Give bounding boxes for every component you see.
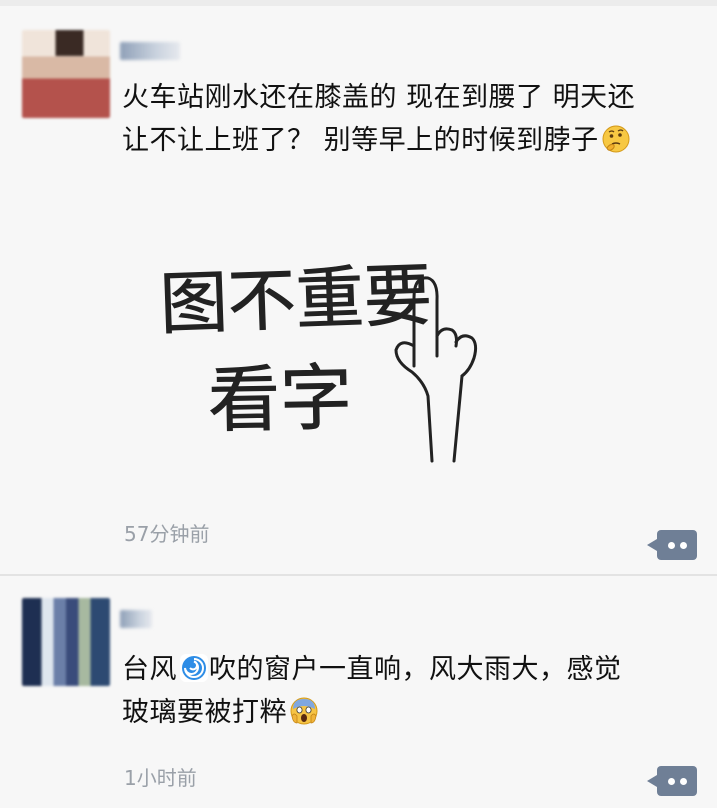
post-text: 台风 吹的窗户一直响，风大雨大，感觉 玻璃要被打粹 (122, 648, 694, 734)
avatar[interactable] (22, 598, 110, 686)
moment-post: 台风 吹的窗户一直响，风大雨大，感觉 玻璃要被打粹 1小时前 (0, 576, 717, 808)
post-text-line: 火车站刚水还在膝盖的 现在到腰了 明天还 (122, 82, 636, 113)
thinking-face-icon (602, 125, 630, 153)
user-name-blurred[interactable] (120, 42, 180, 60)
comment-button[interactable] (647, 766, 697, 796)
post-text-line-wrap: 玻璃要被打粹 (122, 691, 694, 734)
dot-icon (668, 542, 675, 549)
post-text-line: 让不让上班了？ 别等早上的时候到脖子 (122, 125, 599, 156)
avatar[interactable] (22, 30, 110, 118)
meme-image[interactable]: 图不重要 看字 (152, 246, 512, 486)
meme-handwritten-text: 看字 (207, 356, 352, 443)
dot-icon (680, 778, 687, 785)
screaming-face-icon (290, 697, 318, 725)
comment-button[interactable] (647, 530, 697, 560)
post-text-line: 玻璃要被打粹 (122, 697, 287, 728)
dot-icon (680, 542, 687, 549)
post-text-line-wrap: 台风 吹的窗户一直响，风大雨大，感觉 (122, 648, 694, 691)
post-timestamp: 1小时前 (124, 766, 197, 790)
post-text-segment: 吹的窗户一直响，风大雨大，感觉 (209, 654, 622, 685)
meme-handwritten-text: 图不重要 (159, 256, 434, 344)
post-timestamp: 57分钟前 (124, 522, 210, 546)
post-text-segment: 台风 (122, 654, 177, 685)
post-text-line-wrap: 让不让上班了？ 别等早上的时候到脖子 (122, 119, 694, 162)
post-text: 火车站刚水还在膝盖的 现在到腰了 明天还 让不让上班了？ 别等早上的时候到脖子 (122, 76, 694, 162)
user-name-blurred[interactable] (120, 610, 152, 628)
dot-icon (668, 778, 675, 785)
moment-post: 火车站刚水还在膝盖的 现在到腰了 明天还 让不让上班了？ 别等早上的时候到脖子 … (0, 6, 717, 574)
cyclone-icon (180, 654, 208, 682)
